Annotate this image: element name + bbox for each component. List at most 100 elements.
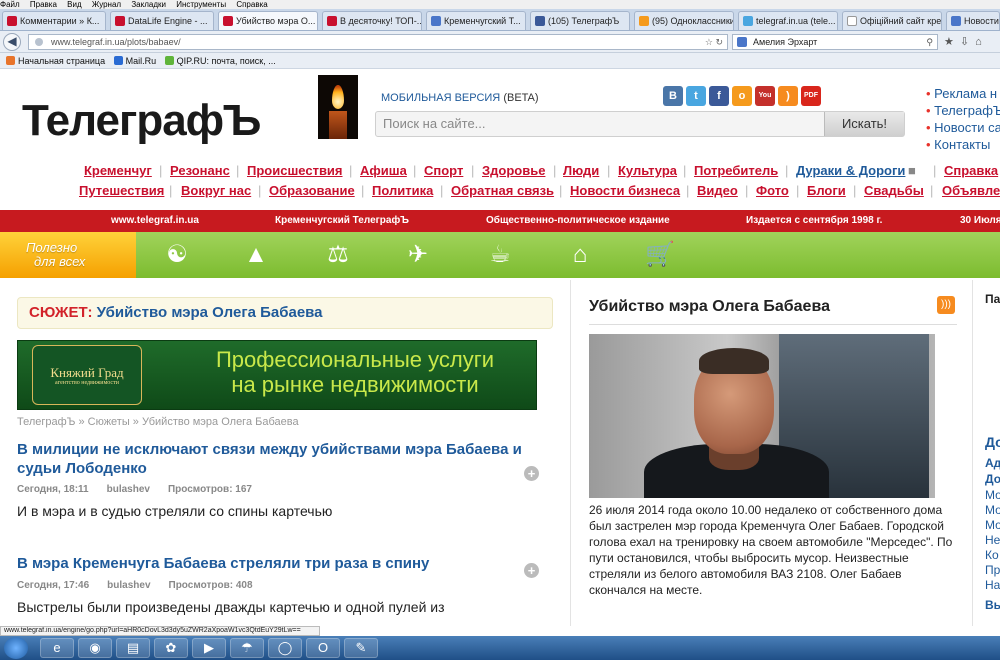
browser-tab[interactable]: telegraf.in.ua (tele... <box>738 11 838 30</box>
coffee-cup-icon[interactable]: ☕ <box>480 240 520 270</box>
menu-item[interactable]: Объявле <box>942 183 1000 198</box>
menu-item[interactable]: Потребитель <box>694 163 778 178</box>
useful-for-all-label[interactable]: Полезно для всех <box>0 232 136 278</box>
facebook-icon[interactable]: f <box>709 86 729 106</box>
rss-icon[interactable]: ))) <box>937 296 955 314</box>
toolbar-icons[interactable]: ★⇩⌂ <box>944 35 988 48</box>
breadcrumb[interactable]: ТелеграфЪ » Сюжеты » Убийство мэра Олега… <box>17 416 299 428</box>
menu-item[interactable]: Политика <box>372 183 433 198</box>
story-title[interactable]: Убийство мэра Олега Бабаева <box>97 304 323 321</box>
rss-icon[interactable]: ) <box>778 86 798 106</box>
ad-banner[interactable]: Княжий Град агентство недвижимости Профес… <box>17 340 537 410</box>
link-contacts[interactable]: Контакты <box>926 136 1000 153</box>
browser-tab[interactable]: Офіційний сайт креме... <box>842 11 942 30</box>
browser-tab[interactable]: Кременчугский Т... <box>426 11 526 30</box>
icq-icon[interactable]: ✿ <box>154 638 188 658</box>
menu-item[interactable]: Культура <box>618 163 677 178</box>
explorer-folder-icon[interactable]: ▤ <box>116 638 150 658</box>
menu-bookmarks[interactable]: Закладки <box>131 0 166 9</box>
rail-item[interactable]: Пр <box>985 563 1000 577</box>
news-author[interactable]: bulashev <box>107 580 150 591</box>
bookmark-mailru[interactable]: Mail.Ru <box>113 53 156 69</box>
odnoklassniki-icon[interactable]: о <box>732 86 752 106</box>
menu-item[interactable]: Образование <box>269 183 355 198</box>
ie-icon[interactable]: e <box>40 638 74 658</box>
browser-tab[interactable]: Новости Кр... <box>946 11 1000 30</box>
rail-item[interactable]: До <box>985 434 1000 450</box>
news-author[interactable]: bulashev <box>107 484 150 495</box>
site-search-input[interactable]: Поиск на сайте... <box>376 112 824 136</box>
rail-item[interactable]: Мо <box>985 503 1000 517</box>
browser-tab[interactable]: В десяточку! ТОП-... <box>322 11 422 30</box>
menu-item[interactable]: Видео <box>697 183 738 198</box>
family-icon[interactable]: ☯ <box>157 240 197 270</box>
site-search-button[interactable]: Искать! <box>824 112 904 136</box>
vk-icon[interactable]: В <box>663 86 683 106</box>
home-icon[interactable]: ⌂ <box>560 240 600 270</box>
menu-item[interactable]: Вокруг нас <box>181 183 251 198</box>
mobile-version-link[interactable]: МОБИЛЬНАЯ ВЕРСИЯ (BETA) <box>381 92 539 104</box>
address-bar[interactable]: www.telegraf.in.ua/plots/babaev/ ☆ ↻ <box>28 34 728 50</box>
search-icon[interactable]: ⚲ <box>926 35 933 49</box>
rail-item[interactable]: Ад <box>985 456 1000 470</box>
site-logo[interactable]: ТелеграфЪ <box>22 96 261 146</box>
start-button-icon[interactable] <box>4 637 28 659</box>
site-identity-icon[interactable] <box>35 38 43 46</box>
expand-plus-icon[interactable]: + <box>524 466 539 481</box>
twitter-icon[interactable]: t <box>686 86 706 106</box>
menu-item[interactable]: Афиша <box>360 163 407 178</box>
bookmark-qip[interactable]: QIP.RU: почта, поиск, ... <box>164 53 276 69</box>
browser-tab[interactable]: Комментарии » К... <box>2 11 106 30</box>
chrome-icon[interactable]: ◯ <box>268 638 302 658</box>
notepad-icon[interactable]: ✎ <box>344 638 378 658</box>
rail-item[interactable]: Вы <box>985 598 1000 612</box>
menu-file[interactable]: Файл <box>0 0 20 9</box>
bookmark-home[interactable]: Начальная страница <box>6 53 105 69</box>
menu-item[interactable]: Происшествия <box>247 163 343 178</box>
back-button[interactable]: ◀ <box>3 33 21 51</box>
menu-view[interactable]: Вид <box>67 0 81 9</box>
news-title-link[interactable]: В мэра Кременчуга Бабаева стреляли три р… <box>17 554 527 573</box>
menu-item[interactable]: Люди <box>563 163 599 178</box>
menu-edit[interactable]: Правка <box>30 0 57 9</box>
law-scales-icon[interactable]: ⚖ <box>318 240 358 270</box>
browser-search-input[interactable]: Амелия Эрхарт ⚲ <box>732 34 938 50</box>
menu-item[interactable]: Фото <box>756 183 789 198</box>
menu-item[interactable]: Здоровье <box>482 163 545 178</box>
link-site-news[interactable]: Новости са <box>926 119 1000 136</box>
browser-tab[interactable]: (105) ТелеграфЪ <box>530 11 630 30</box>
shopping-cart-icon[interactable]: 🛒 <box>640 240 680 270</box>
youtube-icon[interactable]: You <box>755 86 775 106</box>
menu-item[interactable]: Кременчуг <box>84 163 152 178</box>
menu-item[interactable]: Спорт <box>424 163 463 178</box>
expand-plus-icon[interactable]: + <box>524 563 539 578</box>
firefox-icon[interactable]: ◉ <box>78 638 112 658</box>
menu-item[interactable]: Обратная связь <box>451 183 554 198</box>
browser-tab-active[interactable]: Убийство мэра О... <box>218 11 318 30</box>
menu-item[interactable]: Путешествия <box>79 183 164 198</box>
link-telegraf[interactable]: ТелеграфЪ <box>926 102 1000 119</box>
search-engine-icon[interactable] <box>737 37 747 47</box>
rail-item[interactable]: Мо <box>985 518 1000 532</box>
menu-item[interactable]: Блоги <box>807 183 846 198</box>
rail-item[interactable]: На <box>985 578 1000 592</box>
menu-tools[interactable]: Инструменты <box>176 0 226 9</box>
rail-item[interactable]: До <box>985 472 1000 486</box>
menu-item-roads[interactable]: Дураки & Дороги <box>796 163 905 178</box>
airplane-icon[interactable]: ✈ <box>398 240 438 270</box>
browser-tab[interactable]: (95) Одноклассники <box>634 11 734 30</box>
media-player-icon[interactable]: ▶ <box>192 638 226 658</box>
menu-item[interactable]: Новости бизнеса <box>570 183 680 198</box>
menu-help[interactable]: Справка <box>236 0 267 9</box>
browser-tab[interactable]: DataLife Engine - ... <box>110 11 214 30</box>
news-title-link[interactable]: В милиции не исключают связи между убийс… <box>17 440 527 478</box>
reload-icon[interactable]: ☆ ↻ <box>705 35 723 49</box>
menu-item[interactable]: Резонанс <box>170 163 230 178</box>
menu-history[interactable]: Журнал <box>92 0 121 9</box>
education-icon[interactable]: ▲ <box>236 240 276 270</box>
link-advertising[interactable]: Реклама н <box>926 85 1000 102</box>
rail-item[interactable]: Ко <box>985 548 999 562</box>
opera-icon[interactable]: O <box>306 638 340 658</box>
gimp-icon[interactable]: ☂ <box>230 638 264 658</box>
menu-item[interactable]: Свадьбы <box>864 183 924 198</box>
